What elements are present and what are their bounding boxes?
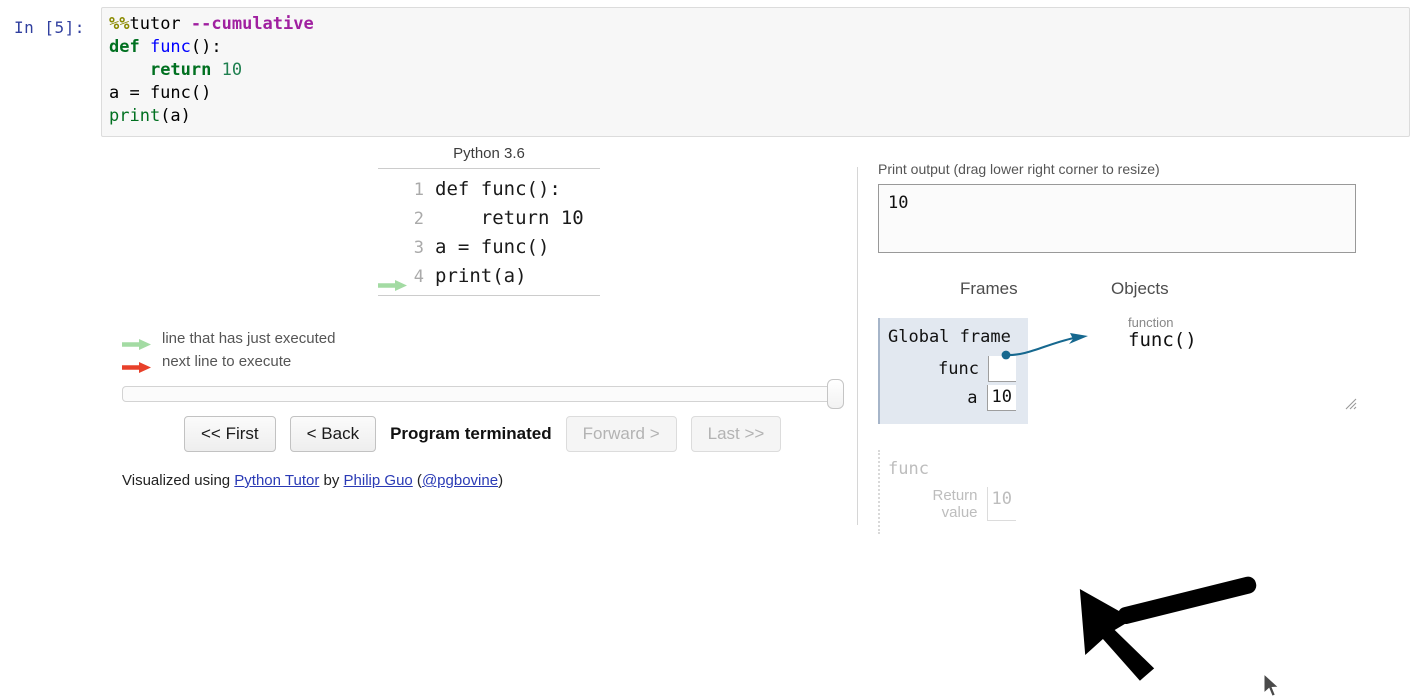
pgbovine-link[interactable]: @pgbovine: [422, 472, 498, 489]
execution-status-text: Program terminated: [390, 424, 552, 443]
execution-arrow-legend: line that has just executed next line to …: [122, 327, 422, 373]
mouse-cursor-icon: [1263, 673, 1280, 697]
tutor-code-line[interactable]: 1 def func():: [378, 175, 600, 204]
code-token: %%: [109, 14, 130, 34]
heap-function-object: function func(): [1128, 315, 1197, 351]
credits-prefix: Visualized using: [122, 472, 235, 489]
frame-variable-name: a: [967, 388, 978, 408]
heap-object-type-label: function: [1128, 315, 1174, 330]
frame-variable-value: 10: [986, 385, 1016, 411]
code-token: ():: [190, 37, 222, 57]
frame-variable-name: func: [938, 359, 979, 379]
legend-row: next line to execute: [122, 350, 422, 373]
tutor-code-line[interactable]: 4 print(a): [378, 262, 600, 291]
last-button[interactable]: Last >>: [690, 416, 782, 452]
tutor-line-number: 3: [413, 238, 424, 258]
annotation-arrow-icon: [1079, 576, 1257, 681]
returned-frame-variables: Return value 10: [880, 487, 1028, 521]
back-button[interactable]: < Back: [289, 416, 377, 452]
code-lines-table: 1 def func(): 2 return 10 3 a = func() 4 print…: [378, 168, 600, 296]
next-line-arrow-icon: [122, 357, 152, 373]
frame-variable-value: 10: [986, 487, 1016, 521]
code-editor-line: def func():: [109, 36, 314, 59]
panel-divider: [857, 167, 858, 525]
tutor-line-code: print(a): [435, 265, 527, 287]
code-display-panel: Python 3.6 1 def func(): 2 return 10 3 a = f…: [378, 145, 600, 296]
tutor-line-number: 1: [413, 180, 424, 200]
code-token: 10: [221, 60, 243, 80]
python-version-label: Python 3.6: [453, 145, 525, 162]
print-output-label: Print output (drag lower right corner to…: [878, 161, 1160, 177]
heap-object-name: func(): [1128, 329, 1197, 351]
credits-close-paren: ): [498, 472, 504, 489]
legend-row: line that has just executed: [122, 327, 422, 350]
legend-label: line that has just executed: [162, 330, 336, 347]
frames-column-label: Frames: [960, 279, 1018, 298]
tutor-line-number: 2: [413, 209, 424, 229]
python-tutor-link[interactable]: Python Tutor: [234, 472, 319, 489]
code-token: func: [149, 37, 191, 57]
code-editor-line: print(a): [109, 105, 314, 128]
returned-func-frame: func Return value 10: [878, 450, 1028, 534]
code-editor-line: a = func(): [109, 82, 314, 105]
code-token: return: [149, 60, 222, 80]
frame-variable-row: Return value 10: [880, 487, 1028, 521]
code-token: (a): [160, 106, 191, 126]
code-token: def: [109, 37, 150, 57]
returned-frame-title: func: [888, 459, 929, 479]
frame-variable-name: Return value: [932, 487, 978, 521]
just-executed-arrow-icon: [378, 271, 408, 291]
objects-column-label: Objects: [1111, 279, 1169, 298]
first-button[interactable]: << First: [184, 416, 276, 452]
code-token: --cumulative: [190, 14, 314, 34]
code-editor-line: return 10: [109, 59, 314, 82]
code-token: tutor: [129, 14, 191, 34]
forward-button[interactable]: Forward >: [565, 416, 677, 452]
code-editor[interactable]: %%tutor --cumulative def func(): return 1…: [101, 7, 1410, 137]
credits-open-paren: (: [412, 472, 422, 489]
code-editor-content: %%tutor --cumulative def func(): return 1…: [109, 13, 314, 128]
step-controls: << First < Back Program terminated Forwa…: [184, 416, 795, 452]
tutor-line-code: def func():: [435, 178, 561, 200]
code-editor-line: %%tutor --cumulative: [109, 13, 314, 36]
tutor-line-code: return 10: [435, 207, 584, 229]
credits-line: Visualized using Python Tutor by Philip …: [122, 472, 503, 489]
execution-slider-handle[interactable]: [827, 379, 844, 409]
function-pointer-arrow-icon: [1001, 333, 1088, 360]
frame-variable-row: a 10: [880, 385, 1028, 411]
legend-label: next line to execute: [162, 353, 292, 370]
notebook-input-cell: In [5]: %%tutor --cumulative def func(): …: [0, 0, 1418, 145]
print-output-textarea[interactable]: 10: [878, 184, 1356, 253]
just-executed-arrow-icon: [122, 334, 152, 350]
resize-grip-icon[interactable]: [1345, 398, 1357, 410]
tutor-line-code: a = func(): [435, 236, 550, 258]
philip-guo-link[interactable]: Philip Guo: [344, 472, 413, 489]
execution-slider-track[interactable]: [122, 386, 841, 402]
code-token: print: [109, 106, 161, 126]
tutor-code-line[interactable]: 3 a = func(): [378, 233, 600, 262]
code-token: a = func(): [109, 83, 212, 103]
tutor-code-line[interactable]: 2 return 10: [378, 204, 600, 233]
python-tutor-visualizer: Python 3.6 1 def func(): 2 return 10 3 a = f…: [0, 145, 1418, 697]
cell-execution-prompt: In [5]:: [14, 18, 85, 37]
credits-middle: by: [319, 472, 344, 489]
